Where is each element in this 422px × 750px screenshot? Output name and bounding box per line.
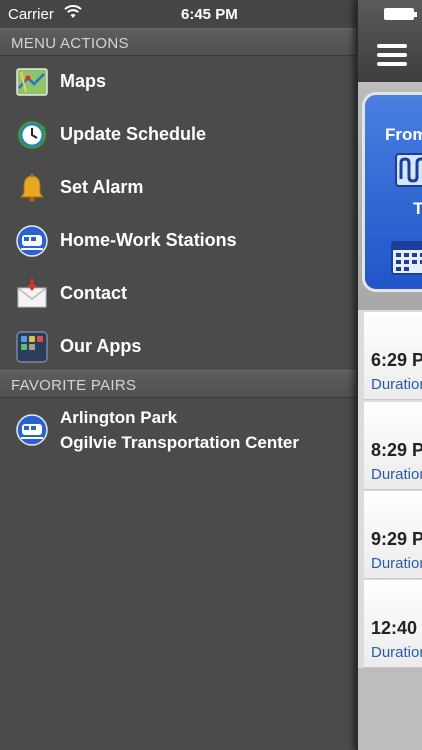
menu-item-maps[interactable]: Maps — [0, 56, 356, 109]
schedule-row[interactable]: 12:40 AM Duration — [364, 580, 422, 668]
menu-item-label: Home-Work Stations — [60, 230, 237, 250]
route-selector-card[interactable]: From To — [362, 92, 422, 292]
train-icon — [16, 414, 48, 446]
menu-item-contact[interactable]: Contact — [0, 268, 356, 321]
bell-icon — [20, 173, 44, 202]
duration-label: Duration — [371, 644, 422, 661]
battery-icon — [384, 8, 417, 20]
menu-item-label: Contact — [60, 283, 127, 303]
schedule-list-footer — [358, 668, 422, 750]
menu-item-update-schedule[interactable]: Update Schedule — [0, 109, 356, 162]
departure-time: 6:29 PM — [371, 350, 422, 370]
from-label: From — [385, 125, 422, 144]
menu-item-label: Set Alarm — [60, 177, 144, 197]
route-squiggle-icon — [399, 157, 422, 183]
favorite-pairs-header: FAVORITE PAIRS — [0, 370, 356, 398]
menu-item-set-alarm[interactable]: Set Alarm — [0, 162, 356, 215]
wifi-icon — [64, 5, 82, 18]
map-icon — [16, 68, 48, 96]
menu-item-home-work-stations[interactable]: Home-Work Stations — [0, 215, 356, 268]
duration-label: Duration — [371, 376, 422, 393]
departure-time: 8:29 PM — [371, 440, 422, 460]
apps-grid-icon — [16, 331, 48, 363]
menu-item-label: Our Apps — [60, 336, 142, 356]
departure-time: 9:29 PM — [371, 529, 422, 549]
calendar-icon[interactable] — [391, 241, 422, 275]
departure-time: 12:40 AM — [371, 618, 422, 638]
status-bar: Carrier 6:45 PM — [0, 0, 356, 28]
schedule-row[interactable]: 6:29 PM Duration — [364, 312, 422, 400]
favorite-from-station: Arlington Park — [60, 408, 178, 427]
duration-label: Duration — [371, 555, 422, 572]
nav-bar — [358, 0, 422, 82]
calendar-grid-icon — [393, 243, 422, 271]
envelope-icon — [17, 279, 47, 308]
schedule-row[interactable]: 9:29 PM Duration — [364, 491, 422, 579]
favorite-to-station: Ogilvie Transportation Center — [60, 433, 299, 452]
status-time: 6:45 PM — [181, 6, 238, 23]
to-label: To — [413, 199, 422, 218]
carrier-label: Carrier — [8, 6, 54, 23]
side-drawer: Carrier 6:45 PM MENU ACTIONS Maps Update… — [0, 0, 356, 750]
clock-refresh-icon — [18, 121, 46, 149]
station-select-icon[interactable] — [395, 153, 422, 187]
menu-actions-header: MENU ACTIONS — [0, 28, 356, 56]
schedule-row[interactable]: 8:29 PM Duration — [364, 402, 422, 490]
duration-label: Duration — [371, 466, 422, 483]
favorite-pair-item[interactable]: Arlington Park Ogilvie Transportation Ce… — [0, 400, 356, 464]
hamburger-menu-icon[interactable] — [377, 44, 407, 66]
main-panel: From To 6:29 PM Duration 8:29 PM Duratio… — [356, 0, 422, 750]
menu-item-our-apps[interactable]: Our Apps — [0, 321, 356, 374]
train-icon — [16, 225, 48, 257]
menu-item-label: Maps — [60, 71, 107, 91]
menu-item-label: Update Schedule — [60, 124, 207, 144]
